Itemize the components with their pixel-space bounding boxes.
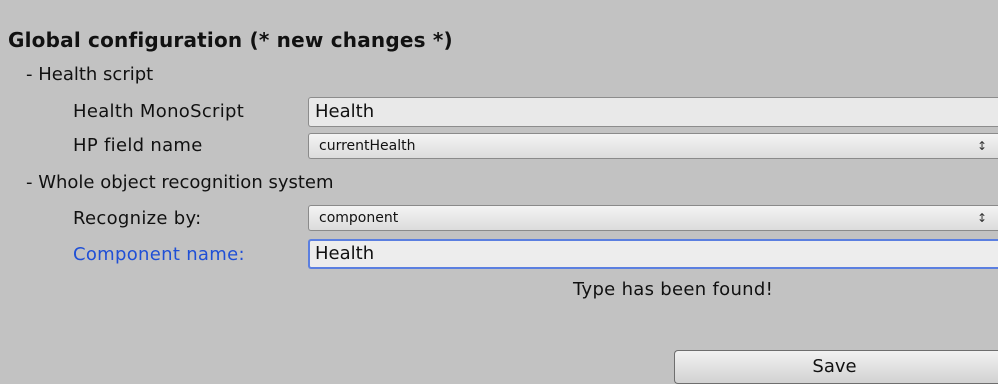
recognition-section-label: - Whole object recognition system xyxy=(26,172,334,193)
component-name-field[interactable]: Health xyxy=(308,239,998,269)
recognize-by-value: component xyxy=(319,210,399,226)
health-monoscript-field[interactable]: Health xyxy=(308,97,998,127)
health-monoscript-label: Health MonoScript xyxy=(73,101,245,122)
type-found-status: Type has been found! xyxy=(573,279,774,300)
up-down-arrows-icon: ↕ xyxy=(977,211,988,225)
health-monoscript-value: Health xyxy=(315,101,375,122)
component-name-value: Health xyxy=(315,243,375,264)
hp-field-name-dropdown[interactable]: currentHealth ↕ xyxy=(308,133,998,159)
component-name-label: Component name: xyxy=(73,244,245,265)
panel-title: Global configuration (* new changes *) xyxy=(8,28,453,52)
health-script-section-label: - Health script xyxy=(26,64,154,85)
recognize-by-label: Recognize by: xyxy=(73,208,202,229)
hp-field-name-label: HP field name xyxy=(73,135,203,156)
save-button[interactable]: Save xyxy=(674,350,998,384)
hp-field-name-value: currentHealth xyxy=(319,138,416,154)
global-config-panel: Global configuration (* new changes *) -… xyxy=(0,0,998,384)
recognize-by-dropdown[interactable]: component ↕ xyxy=(308,205,998,231)
up-down-arrows-icon: ↕ xyxy=(977,139,988,153)
